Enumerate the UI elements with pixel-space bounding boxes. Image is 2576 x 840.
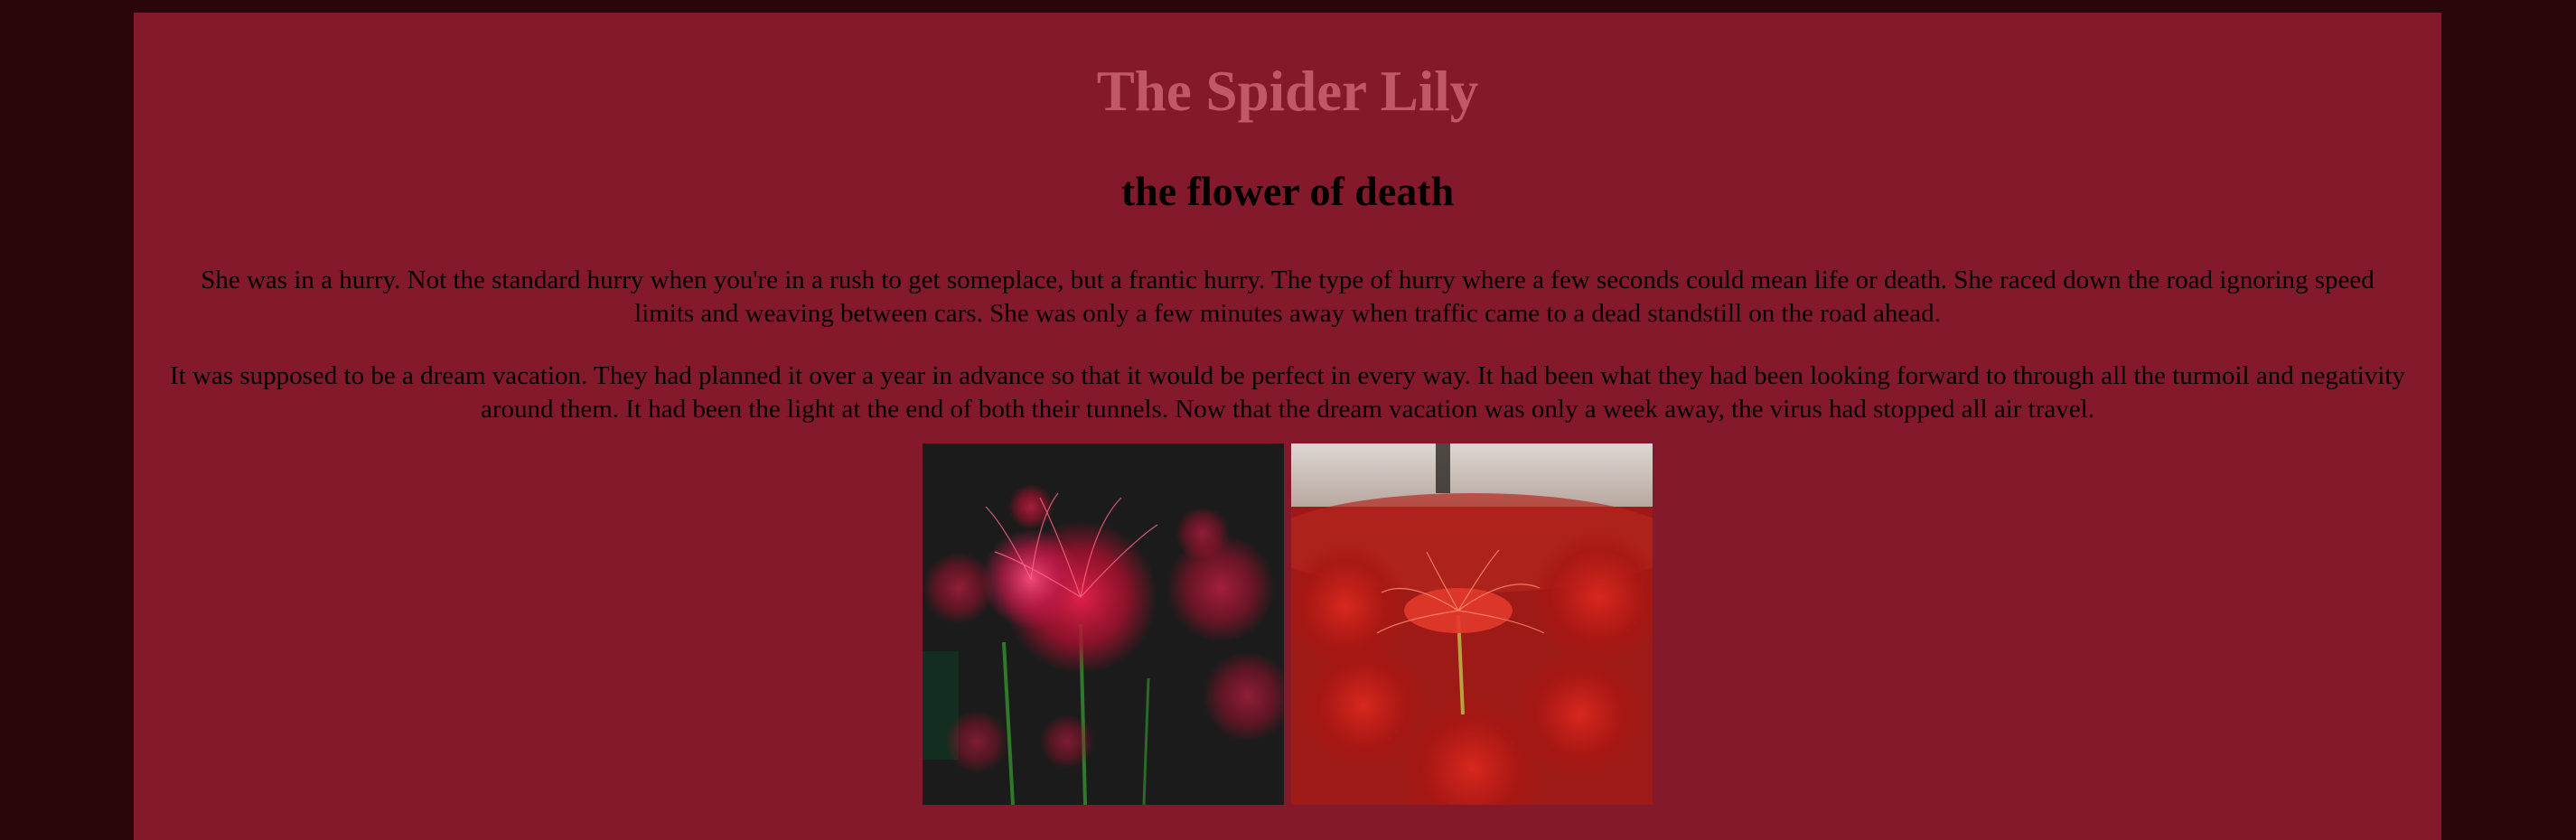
- spider-lily-photo-dark: [923, 443, 1284, 805]
- page-title: The Spider Lily: [1096, 60, 1479, 123]
- paragraph-1: She was in a hurry. Not the standard hur…: [201, 266, 2375, 328]
- page-subtitle: the flower of death: [1120, 168, 1455, 214]
- spider-lily-photo-field: [1291, 443, 1653, 805]
- image-gallery: [134, 443, 2441, 805]
- content-panel: The Spider Lily the flower of death She …: [134, 13, 2441, 840]
- paragraph-2: It was supposed to be a dream vacation. …: [170, 361, 2405, 424]
